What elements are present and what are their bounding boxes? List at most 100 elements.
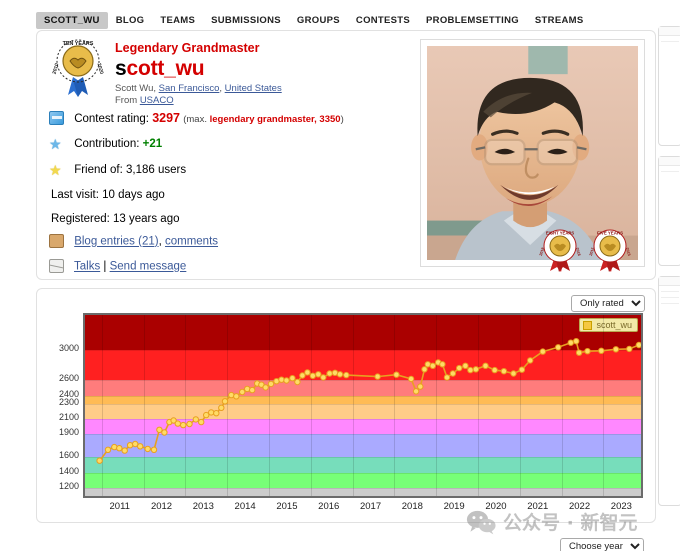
x-axis-tick-label: 2013 <box>192 501 214 512</box>
rating-data-point[interactable] <box>467 366 474 374</box>
right-sidebar <box>658 26 680 546</box>
rating-data-point[interactable] <box>208 409 215 416</box>
rating-data-point[interactable] <box>156 426 163 434</box>
nav-item-scott-wu[interactable]: SCOTT_WU <box>36 11 108 29</box>
rating-data-point[interactable] <box>407 375 415 383</box>
rating-data-point[interactable] <box>309 372 317 379</box>
rating-data-point[interactable] <box>198 418 205 426</box>
rating-data-point[interactable] <box>262 384 269 391</box>
rating-data-point[interactable] <box>294 378 301 386</box>
rating-data-point[interactable] <box>449 370 457 377</box>
rating-data-point[interactable] <box>218 404 225 412</box>
max-rank-text: legendary grandmaster, 3350 <box>209 114 341 125</box>
friend-of-label: Friend of: <box>74 164 123 177</box>
rating-data-point[interactable] <box>320 374 327 381</box>
rating-data-point[interactable] <box>121 447 128 454</box>
rating-data-point[interactable] <box>500 368 508 375</box>
rating-data-point[interactable] <box>289 375 296 382</box>
sidebar-widget-2[interactable] <box>658 156 680 266</box>
rating-data-point[interactable] <box>343 371 350 379</box>
city-link[interactable]: San Francisco <box>159 83 220 94</box>
rating-data-point[interactable] <box>443 374 451 381</box>
rating-data-point[interactable] <box>412 388 420 395</box>
nav-item-groups[interactable]: GROUPS <box>289 12 348 29</box>
rating-trend-line <box>98 340 640 462</box>
rating-data-point[interactable] <box>203 411 210 419</box>
x-axis-tick-label: 2020 <box>485 501 507 512</box>
rating-data-point[interactable] <box>393 371 400 378</box>
rating-data-point[interactable] <box>137 443 144 450</box>
country-link[interactable]: United States <box>225 83 282 94</box>
send-message-link[interactable]: Send message <box>110 261 187 273</box>
rating-data-point[interactable] <box>326 370 333 377</box>
rating-data-point[interactable] <box>299 372 306 379</box>
rating-data-point[interactable] <box>267 380 275 388</box>
nav-item-teams[interactable]: TEAMS <box>152 12 203 29</box>
rating-data-point[interactable] <box>283 377 290 384</box>
rating-data-point[interactable] <box>539 348 546 355</box>
rating-data-point[interactable] <box>491 366 498 374</box>
rating-data-point[interactable] <box>567 339 574 346</box>
rating-data-point[interactable] <box>439 361 446 368</box>
rating-data-point[interactable] <box>111 443 118 451</box>
rating-data-point[interactable] <box>421 366 428 373</box>
talks-link[interactable]: Talks <box>74 261 100 273</box>
rating-plot-area: scott_wu <box>83 313 643 498</box>
rating-data-point[interactable] <box>180 421 187 429</box>
rating-data-point[interactable] <box>336 371 344 378</box>
rating-data-point[interactable] <box>626 345 633 353</box>
rating-data-point[interactable] <box>584 348 591 355</box>
rating-data-point[interactable] <box>374 373 381 380</box>
rating-data-point[interactable] <box>575 349 583 356</box>
rating-data-point[interactable] <box>635 341 641 349</box>
rating-data-point[interactable] <box>192 416 200 423</box>
rating-data-point[interactable] <box>104 446 112 454</box>
y-axis-tick-label: 1600 <box>58 450 79 461</box>
rating-data-point[interactable] <box>573 338 580 345</box>
rating-data-point[interactable] <box>598 347 605 354</box>
rating-data-point[interactable] <box>527 357 534 364</box>
sidebar-widget-2-line <box>661 171 679 172</box>
rating-data-point[interactable] <box>462 362 469 369</box>
rating-data-point[interactable] <box>221 398 229 405</box>
svg-text:2018: 2018 <box>575 247 581 256</box>
rating-data-point[interactable] <box>429 362 436 369</box>
nav-item-streams[interactable]: STREAMS <box>527 12 592 29</box>
nav-item-problemsetting[interactable]: PROBLEMSETTING <box>418 12 527 29</box>
rating-data-point[interactable] <box>304 369 311 376</box>
rating-data-point[interactable] <box>555 344 562 351</box>
rating-data-point[interactable] <box>174 420 182 427</box>
organization-link[interactable]: USACO <box>140 95 174 106</box>
nav-item-blog[interactable]: BLOG <box>108 12 153 29</box>
rating-data-point[interactable] <box>96 457 103 464</box>
blog-entries-link[interactable]: Blog entries (21) <box>74 236 158 248</box>
rating-line-series <box>96 338 641 464</box>
rating-data-point[interactable] <box>315 371 322 378</box>
rating-data-point[interactable] <box>249 386 256 394</box>
rating-data-point[interactable] <box>510 370 517 377</box>
rating-data-point[interactable] <box>213 410 220 417</box>
rating-data-point[interactable] <box>518 366 526 373</box>
comments-link[interactable]: comments <box>165 236 218 248</box>
name-comma: , <box>219 83 223 94</box>
rating-data-point[interactable] <box>116 445 123 452</box>
rating-data-point[interactable] <box>186 420 193 428</box>
sidebar-widget-3[interactable] <box>658 276 680 506</box>
rating-data-point[interactable] <box>417 383 424 390</box>
rating-data-point[interactable] <box>144 445 151 453</box>
rating-data-point[interactable] <box>161 429 168 436</box>
nav-item-contests[interactable]: CONTESTS <box>348 12 418 29</box>
sidebar-widget-1[interactable] <box>658 26 680 146</box>
rating-data-point[interactable] <box>239 388 246 396</box>
rating-data-point[interactable] <box>233 393 240 400</box>
rating-filter-select[interactable]: Only ratedAll <box>571 295 645 312</box>
rating-data-point[interactable] <box>150 446 158 454</box>
rating-data-point[interactable] <box>482 362 489 369</box>
rating-data-point[interactable] <box>612 346 620 353</box>
nav-item-submissions[interactable]: SUBMISSIONS <box>203 12 289 29</box>
choose-year-select[interactable]: Choose year201120122013 <box>560 538 644 551</box>
rating-data-point[interactable] <box>456 364 463 372</box>
rating-data-point[interactable] <box>126 442 134 449</box>
rating-data-point[interactable] <box>472 366 480 373</box>
rating-data-point[interactable] <box>278 376 285 383</box>
